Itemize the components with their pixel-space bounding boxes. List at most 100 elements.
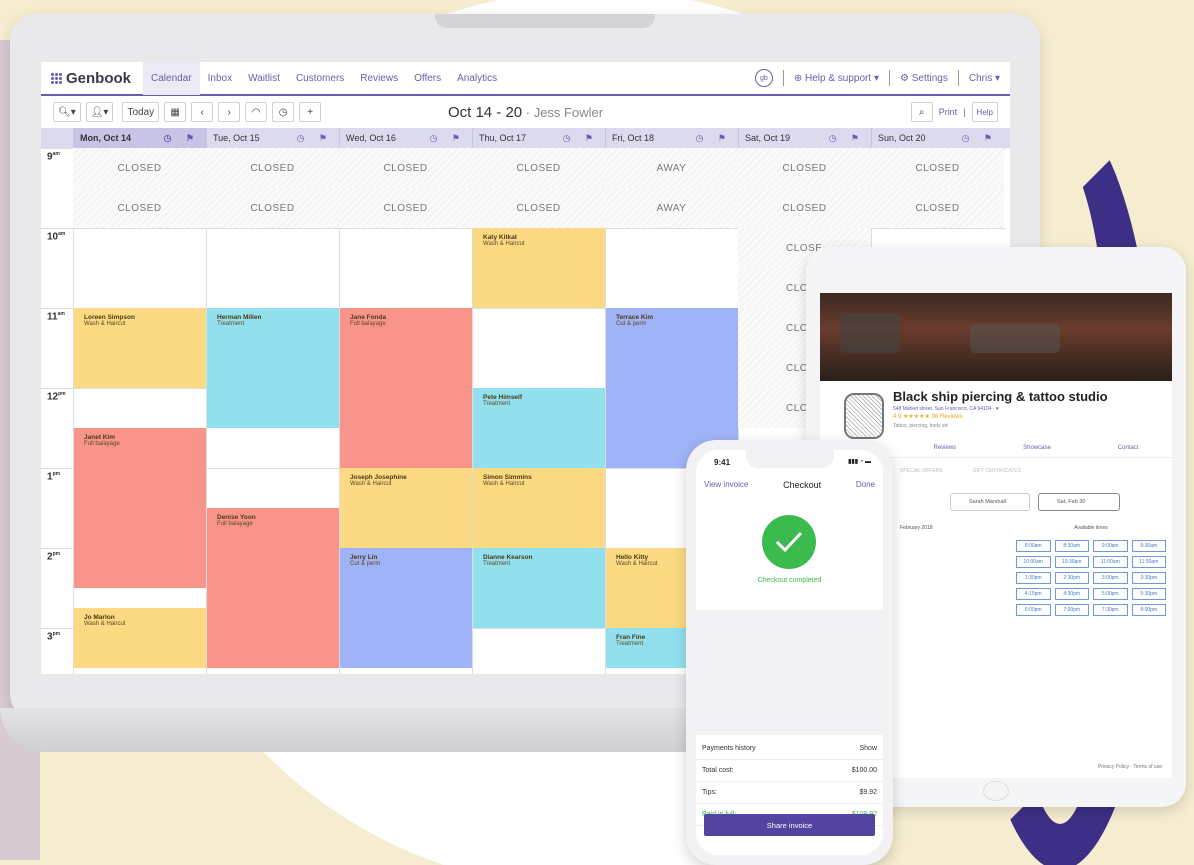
appointment[interactable]: Denise Yoon Full balayage <box>207 508 339 668</box>
view-invoice-link[interactable]: View invoice <box>704 480 748 490</box>
nav-calendar[interactable]: Calendar <box>143 62 200 95</box>
away-block: AWAY <box>605 148 738 188</box>
search-button[interactable]: ⌕ <box>910 102 933 122</box>
share-invoice-button[interactable]: Share invoice <box>704 814 875 836</box>
time-slot[interactable]: 4:30pm <box>1054 588 1089 600</box>
user-menu[interactable]: Chris ▾ <box>969 73 1000 84</box>
time-slot[interactable]: 7:00pm <box>1054 604 1089 616</box>
time-slot[interactable]: 10:30am <box>1054 556 1089 568</box>
time-slot[interactable]: 2:30pm <box>1054 572 1089 584</box>
add-appointment-button[interactable]: + <box>299 102 322 122</box>
clock-icon[interactable]: ◷ ⚑ <box>696 133 732 144</box>
time-slot[interactable]: 10:00am <box>1016 556 1051 568</box>
business-address[interactable]: 548 Market street, San Francisco, CA 941… <box>893 406 999 412</box>
print-link[interactable]: Print <box>939 107 958 117</box>
time-slot[interactable]: 6:00pm <box>1016 604 1051 616</box>
time-slot[interactable]: 1:30pm <box>1016 572 1051 584</box>
time-slot[interactable]: 9:00am <box>1093 540 1128 552</box>
genbook-logo[interactable]: Genbook <box>51 70 131 87</box>
next-week-button[interactable]: › <box>218 102 241 122</box>
day-header-wed[interactable]: Wed, Oct 16 ◷ ⚑ <box>339 128 472 148</box>
day-header-tue[interactable]: Tue, Oct 15 ◷ ⚑ <box>206 128 339 148</box>
day-label: Thu, Oct 17 <box>479 133 527 143</box>
total-row: Total cost: $100.00 <box>696 760 883 782</box>
appointment[interactable]: Joseph Josephine Wash & Haircut <box>340 468 472 548</box>
divider <box>782 70 784 86</box>
show-link[interactable]: Show <box>859 745 877 752</box>
nav-reviews[interactable]: Reviews <box>352 62 406 95</box>
nav-waitlist[interactable]: Waitlist <box>240 62 288 95</box>
time-slot[interactable]: 3:00pm <box>1093 572 1128 584</box>
time-slot[interactable]: 7:30pm <box>1093 604 1128 616</box>
time-slot[interactable]: 5:30pm <box>1131 588 1166 600</box>
time-slot[interactable]: 3:30pm <box>1131 572 1166 584</box>
nav-customers[interactable]: Customers <box>288 62 352 95</box>
help-button[interactable]: Help <box>971 102 998 122</box>
day-header-sat[interactable]: Sat, Oct 19 ◷ ⚑ <box>738 128 871 148</box>
clock-icon[interactable]: ◷ ⚑ <box>430 133 466 144</box>
done-button[interactable]: Done <box>856 480 875 490</box>
clock-icon[interactable]: ◷ ⚑ <box>297 133 333 144</box>
appointment[interactable]: Jane Fonda Full balayage <box>340 308 472 468</box>
calendar-toolbar: 🔍︎▾ 👤︎▾ Today ▦ ‹ › ◠ ◷ + Oct 14 - 20 · … <box>41 96 1010 128</box>
settings-menu[interactable]: ⚙ Settings <box>900 73 948 84</box>
time-slot[interactable]: 8:00pm <box>1131 604 1166 616</box>
clock-icon[interactable]: ◷ ⚑ <box>563 133 599 144</box>
tab-reviews[interactable]: Reviews <box>933 445 956 451</box>
clock-icon[interactable]: ◷ ⚑ <box>829 133 865 144</box>
time-slot[interactable]: 8:30am <box>1054 540 1089 552</box>
staff-select-button[interactable]: 👤︎▾ <box>85 102 114 122</box>
gift-certificates-link[interactable]: GIFT CERTIFICATES <box>973 468 1021 474</box>
tab-contact[interactable]: Contact <box>1118 445 1139 451</box>
date-select[interactable]: Sat, Feb 30 <box>1038 493 1120 511</box>
calendar-grid-icon: ▦ <box>170 106 180 118</box>
appointment[interactable]: Simon Simmins Wash & Haircut <box>473 468 605 548</box>
time-slot[interactable]: 5:00pm <box>1093 588 1128 600</box>
appointment[interactable]: Katy Kitkat Wash & Haircut <box>473 228 605 308</box>
genbook-badge-icon[interactable]: gb <box>754 69 773 87</box>
day-label: Wed, Oct 16 <box>346 133 396 143</box>
tab-showcase[interactable]: Showcase <box>1023 445 1051 451</box>
help-support-menu[interactable]: ⊕ Help & support ▾ <box>794 73 879 84</box>
appointment[interactable]: Dianne Kearson Treatment <box>473 548 605 628</box>
time-slot[interactable]: 4:15pm <box>1016 588 1051 600</box>
appointment[interactable]: Pete Himself Treatment <box>473 388 605 468</box>
appointment[interactable]: Herman Millen Treatment <box>207 308 339 428</box>
staff-select[interactable]: Sarah Marshall <box>950 493 1030 511</box>
week-view-button[interactable]: ▦ <box>164 102 187 122</box>
settings-label: Settings <box>911 72 948 84</box>
nav-analytics[interactable]: Analytics <box>449 62 505 95</box>
clock-icon[interactable]: ◷ ⚑ <box>962 133 998 144</box>
closed-block: CLOSED <box>871 148 1004 188</box>
time-slot[interactable]: 9:30am <box>1131 540 1166 552</box>
home-button[interactable] <box>983 781 1009 801</box>
payments-history-row: Payments history Show <box>696 738 883 760</box>
time-slot[interactable]: 11:30am <box>1131 556 1166 568</box>
appointment[interactable]: Loreen Simpson Wash & Haircut <box>74 308 206 388</box>
speed-button[interactable]: ◠ <box>245 102 268 122</box>
nav-inbox[interactable]: Inbox <box>200 62 240 95</box>
appointment[interactable]: Janet Kim Full balayage <box>74 428 206 588</box>
closed-block: CLOSED <box>206 188 339 228</box>
day-header-thu[interactable]: Thu, Oct 17 ◷ ⚑ <box>472 128 605 148</box>
day-header-fri[interactable]: Fri, Oct 18 ◷ ⚑ <box>605 128 738 148</box>
footer-links[interactable]: Privacy Policy · Terms of use <box>1098 764 1162 770</box>
time-slot[interactable]: 8:00am <box>1016 540 1051 552</box>
prev-week-button[interactable]: ‹ <box>191 102 214 122</box>
zoom-button[interactable]: 🔍︎▾ <box>53 102 81 122</box>
appointment[interactable]: Jo Marlon Wash & Haircut <box>74 608 206 668</box>
clock-add-button[interactable]: ◷ <box>272 102 295 122</box>
hour-label-12pm: 12pm <box>47 391 66 403</box>
day-label: Sat, Oct 19 <box>745 133 791 143</box>
day-header-sun[interactable]: Sun, Oct 20 ◷ ⚑ <box>871 128 1004 148</box>
week-title: Oct 14 - 20 · Jess Fowler <box>41 104 1010 121</box>
time-slot[interactable]: 11:00am <box>1093 556 1128 568</box>
special-offers-link[interactable]: SPECIAL OFFERS <box>900 468 943 474</box>
day-header-mon[interactable]: Mon, Oct 14 ◷ ⚑ <box>73 128 206 148</box>
zoom-icon: 🔍︎▾ <box>58 106 76 118</box>
appointment[interactable]: Jerry Lin Cut & perm <box>340 548 472 668</box>
nav-offers[interactable]: Offers <box>406 62 449 95</box>
hour-label-1pm: 1pm <box>47 471 61 483</box>
clock-icon[interactable]: ◷ ⚑ <box>164 133 200 144</box>
today-button[interactable]: Today <box>122 102 160 122</box>
